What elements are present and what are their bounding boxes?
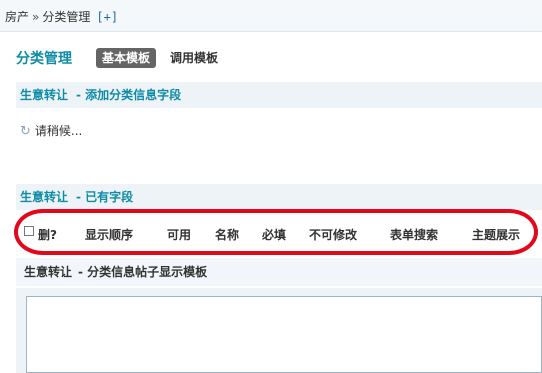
existing-fields-section-header: 生意转让 - 已有字段: [16, 184, 542, 210]
fields-table-header: 删? 显示顺序 可用 名称 必填 不可修改 表单搜索 主题展示: [16, 216, 542, 252]
refresh-icon: ↻: [20, 124, 31, 139]
breadcrumb-root[interactable]: 房产: [5, 10, 29, 24]
column-display-order: 显示顺序: [85, 228, 134, 242]
column-name: 名称: [215, 228, 240, 242]
column-form-search: 表单搜索: [390, 228, 439, 242]
page-title: 分类管理: [16, 51, 72, 67]
display-template-panel: [16, 288, 542, 373]
template-category-name: 生意转让: [24, 265, 73, 279]
section-category-name: 生意转让: [20, 190, 69, 204]
column-delete: 删?: [38, 228, 57, 242]
section-subtitle: - 已有字段: [76, 190, 134, 204]
display-template-header: 生意转让 - 分类信息帖子显示模板: [16, 258, 542, 286]
loading-text: 请稍候...: [34, 124, 83, 138]
breadcrumb-separator: »: [32, 10, 40, 24]
breadcrumb: 房产» 分类管理 [+]: [5, 8, 118, 25]
select-all-checkbox[interactable]: [24, 226, 34, 236]
add-category-button[interactable]: [+]: [96, 10, 118, 24]
section-category-name: 生意转让: [20, 88, 69, 102]
template-subtitle: - 分类信息帖子显示模板: [78, 265, 208, 279]
column-required: 必填: [262, 228, 287, 242]
section-subtitle: - 添加分类信息字段: [76, 88, 182, 102]
column-enabled: 可用: [167, 228, 192, 242]
breadcrumb-current: 分类管理: [42, 10, 91, 24]
tab-call-template[interactable]: 调用模板: [170, 48, 218, 68]
template-textarea[interactable]: [26, 296, 542, 373]
loading-indicator: ↻ 请稍候...: [20, 122, 82, 139]
add-field-section-header: 生意转让 - 添加分类信息字段: [16, 82, 542, 108]
top-bar: 房产» 分类管理 [+]: [0, 0, 542, 32]
column-topic-display: 主题展示: [472, 228, 521, 242]
tab-basic-template[interactable]: 基本模板: [96, 48, 157, 68]
column-readonly: 不可修改: [309, 228, 358, 242]
